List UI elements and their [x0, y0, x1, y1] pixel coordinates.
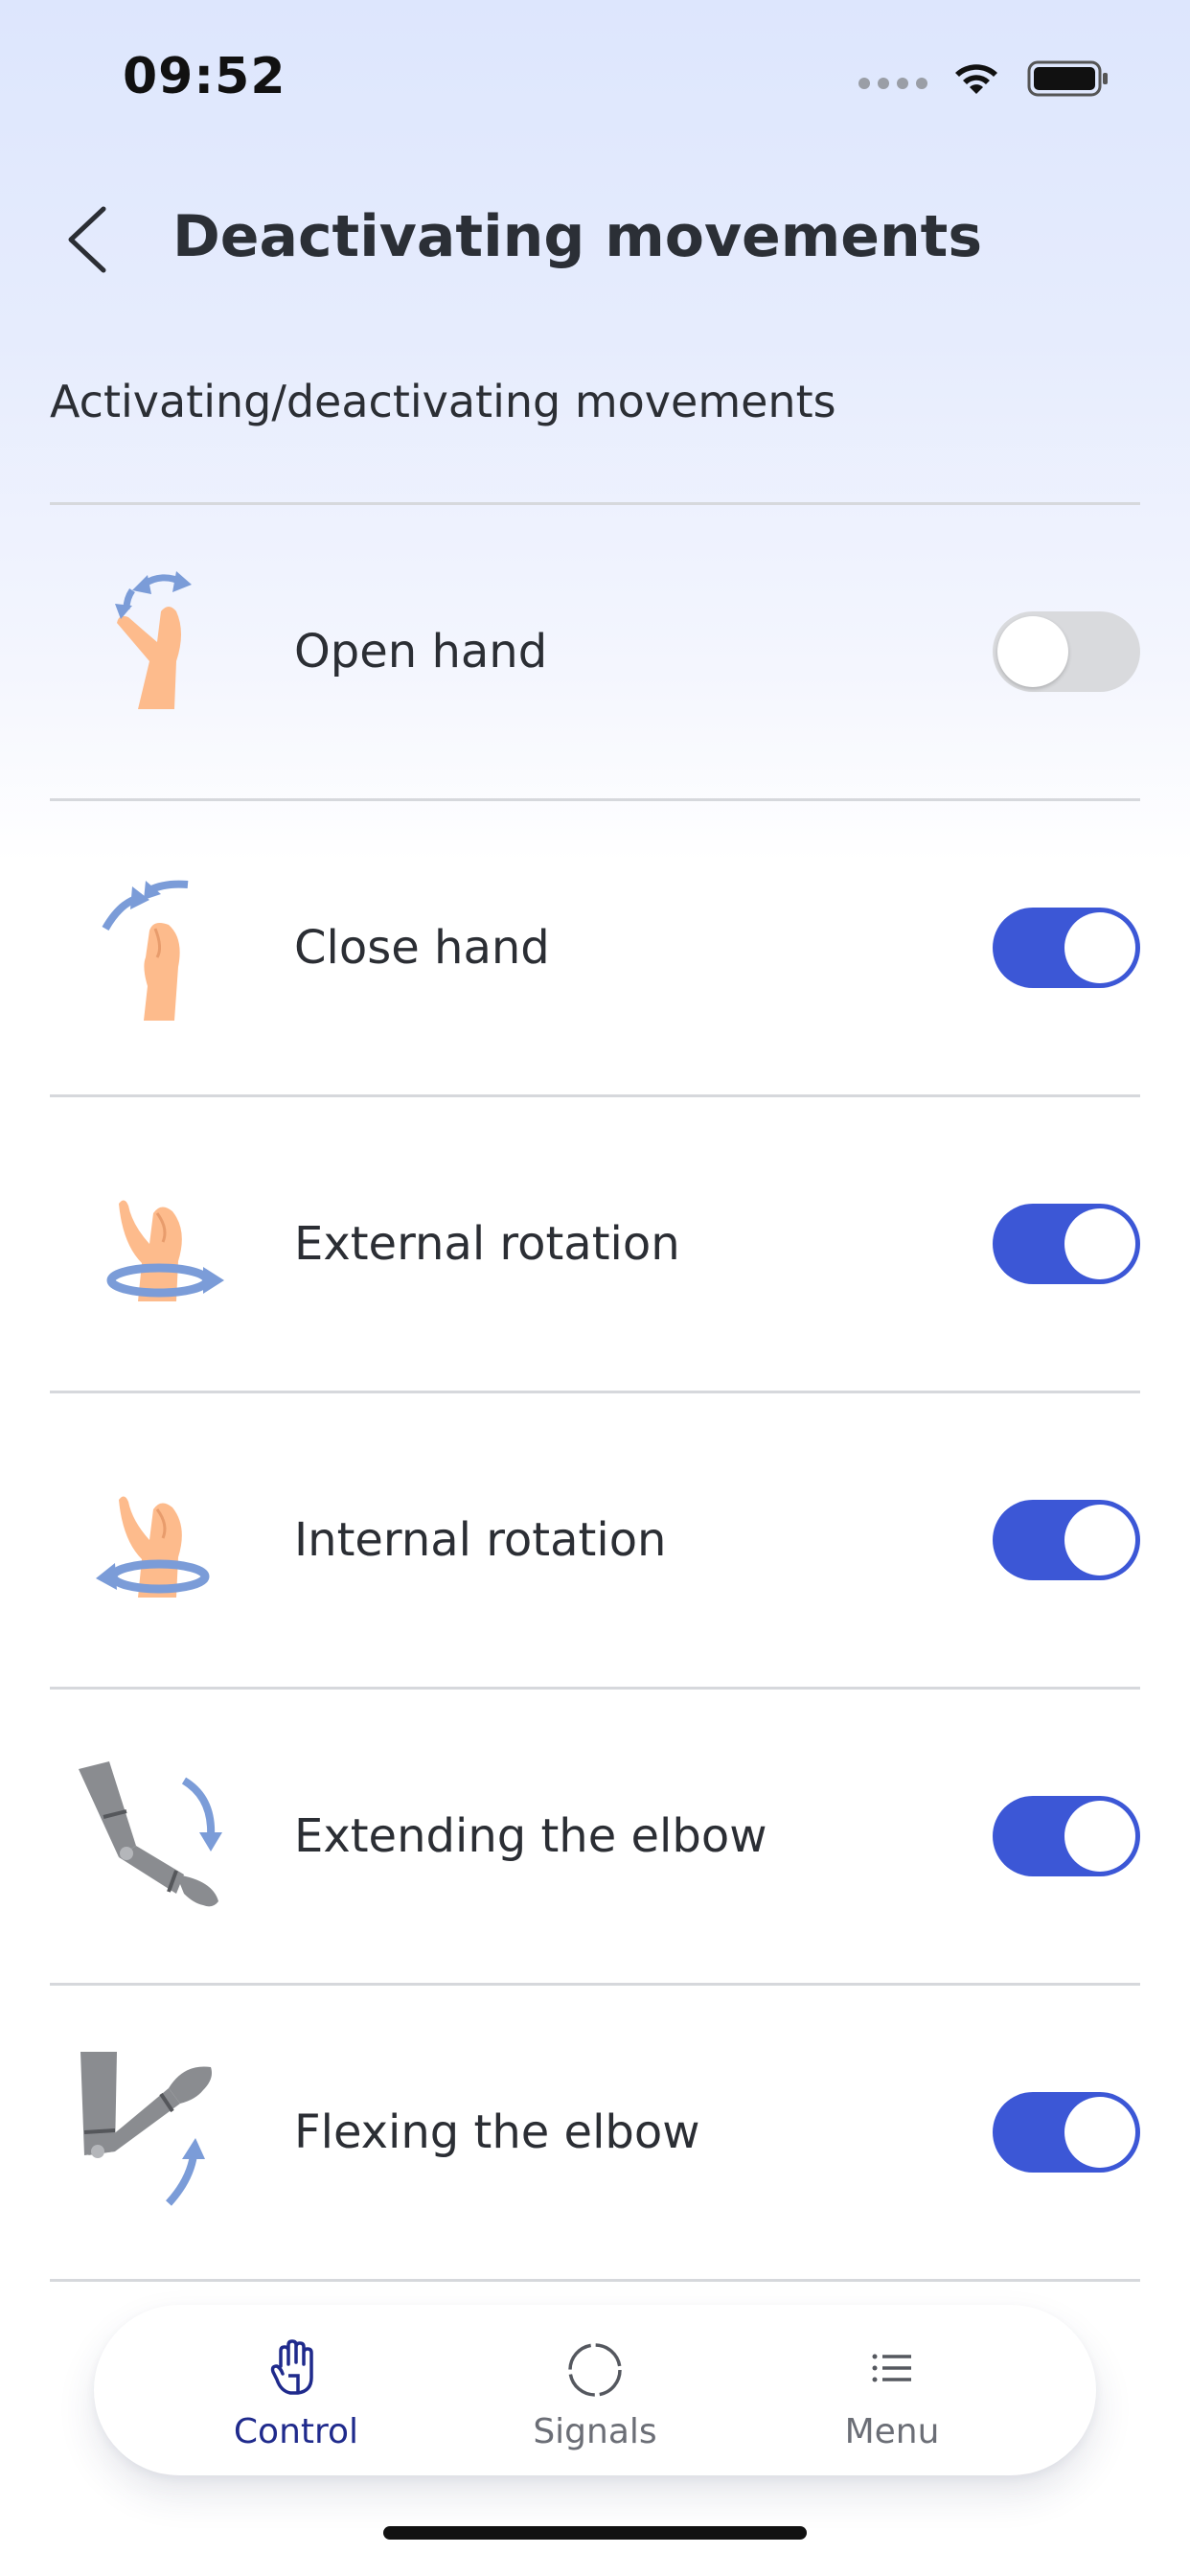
toggle-close-hand[interactable] — [993, 908, 1140, 988]
movement-row-internal-rotation: Internal rotation — [50, 1393, 1140, 1687]
tab-label: Menu — [844, 2412, 940, 2451]
movement-row-external-rotation: External rotation — [50, 1097, 1140, 1391]
tab-menu[interactable]: Menu — [777, 2305, 1007, 2475]
elbow-extension-icon — [79, 1761, 222, 1907]
hand-icon — [270, 2339, 313, 2395]
open-hand-icon — [115, 571, 192, 709]
movement-label: Open hand — [294, 625, 548, 678]
status-bar: 09:52 — [0, 0, 1190, 144]
movements-list: Open hand Close hand External rotation I… — [50, 502, 1140, 2282]
movement-row-flexing-elbow: Flexing the elbow — [50, 1986, 1140, 2279]
back-button[interactable] — [54, 201, 121, 278]
movement-label: Close hand — [294, 921, 550, 975]
toggle-internal-rotation[interactable] — [993, 1500, 1140, 1580]
movement-row-extending-elbow: Extending the elbow — [50, 1690, 1140, 1983]
tab-signals[interactable]: Signals — [480, 2305, 710, 2475]
battery-icon — [1027, 60, 1108, 97]
header: Deactivating movements — [0, 182, 1190, 288]
tab-bar: Control Signals Menu — [94, 2305, 1096, 2475]
toggle-flexing-elbow[interactable] — [993, 2092, 1140, 2173]
close-hand-icon — [102, 880, 189, 1021]
movement-label: Flexing the elbow — [294, 2105, 700, 2159]
tab-label: Control — [233, 2412, 359, 2451]
movement-row-open-hand: Open hand — [50, 505, 1140, 798]
circle-dashed-icon — [568, 2343, 622, 2397]
status-icons — [858, 58, 1110, 100]
list-icon — [872, 2354, 911, 2382]
section-label: Activating/deactivating movements — [50, 376, 836, 427]
internal-rotation-icon — [96, 1496, 210, 1598]
movement-row-close-hand: Close hand — [50, 801, 1140, 1094]
external-rotation-icon — [106, 1200, 224, 1301]
tab-label: Signals — [533, 2412, 657, 2451]
elbow-flexion-icon — [80, 2052, 212, 2206]
tab-control[interactable]: Control — [181, 2305, 411, 2475]
chevron-left-icon — [68, 206, 106, 273]
cellular-signal-icon — [858, 78, 927, 89]
home-indicator — [383, 2526, 807, 2540]
divider — [50, 2279, 1140, 2282]
movement-label: External rotation — [294, 1217, 680, 1271]
toggle-external-rotation[interactable] — [993, 1204, 1140, 1284]
movement-label: Internal rotation — [294, 1513, 667, 1567]
movement-label: Extending the elbow — [294, 1809, 767, 1863]
page-title: Deactivating movements — [172, 203, 983, 270]
status-time: 09:52 — [123, 48, 286, 105]
toggle-extending-elbow[interactable] — [993, 1796, 1140, 1876]
wifi-icon — [955, 64, 997, 94]
toggle-open-hand[interactable] — [993, 611, 1140, 692]
